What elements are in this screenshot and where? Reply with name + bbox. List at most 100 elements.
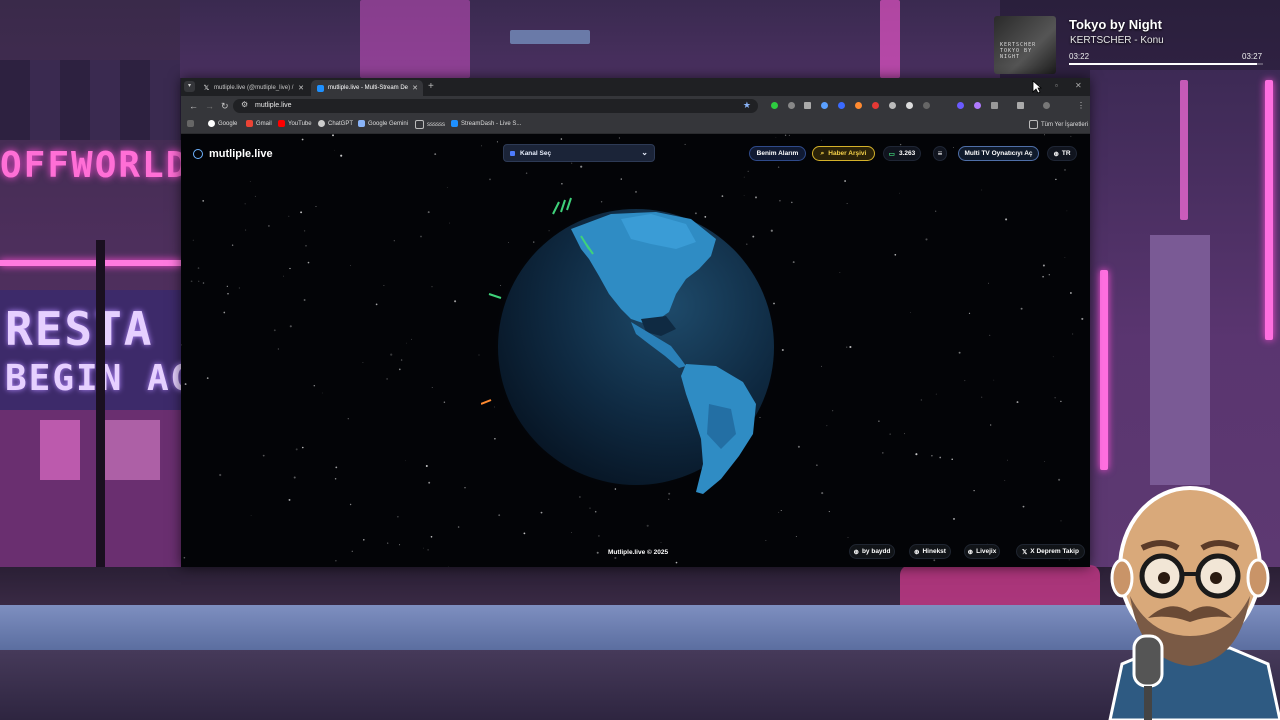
tab-label: mutliple.live - Multi-Stream De bbox=[328, 85, 409, 91]
forward-icon[interactable]: → bbox=[205, 100, 214, 112]
right-neon-1 bbox=[1100, 270, 1108, 470]
tab-twitter[interactable]: 𝕏 mutliple.live (@mutliple_live) / ✕ bbox=[197, 80, 309, 96]
extension-gray-icon[interactable] bbox=[889, 102, 896, 109]
extension-violet-icon[interactable] bbox=[974, 102, 981, 109]
now-playing-widget: KERTSCHER TOKYO BY NIGHT Tokyo by Night … bbox=[994, 12, 1266, 76]
back-icon[interactable]: ← bbox=[189, 100, 198, 112]
bookmark-star-icon[interactable]: ★ bbox=[743, 100, 751, 111]
footer-link-deprem-takip[interactable]: 𝕏X Deprem Takip bbox=[1016, 544, 1085, 559]
star bbox=[826, 425, 828, 427]
star bbox=[335, 560, 337, 562]
avatar-ear-right bbox=[1246, 558, 1270, 598]
extension-red-icon[interactable] bbox=[872, 102, 879, 109]
star bbox=[915, 453, 918, 456]
bookmark-folder-ssssss[interactable]: ssssss bbox=[415, 120, 445, 129]
footer-link-hinekst[interactable]: ⊕ Hinekst bbox=[909, 544, 951, 559]
x-logo-icon: 𝕏 bbox=[203, 84, 210, 92]
star bbox=[1048, 274, 1050, 276]
extension-blue-icon[interactable] bbox=[821, 102, 828, 109]
extension-white-icon[interactable] bbox=[906, 102, 913, 109]
profile-icon[interactable] bbox=[1043, 102, 1050, 109]
star bbox=[423, 547, 424, 549]
star bbox=[935, 210, 937, 212]
star bbox=[321, 392, 323, 394]
star bbox=[889, 433, 891, 435]
new-tab-button[interactable]: + bbox=[428, 81, 434, 92]
star bbox=[561, 183, 563, 185]
tab-mutliple[interactable]: mutliple.live - Multi-Stream De ✕ bbox=[311, 80, 423, 96]
site-info-icon[interactable]: ⚙ bbox=[241, 100, 248, 109]
extension-shield-icon[interactable] bbox=[838, 102, 845, 109]
close-window-icon[interactable]: ✕ bbox=[1075, 81, 1082, 90]
translate-icon[interactable] bbox=[1017, 102, 1024, 109]
star bbox=[223, 311, 226, 314]
footer-link-baydd[interactable]: ⊕ by baydd bbox=[849, 544, 895, 559]
star bbox=[747, 170, 749, 173]
star bbox=[846, 202, 848, 204]
extension-purple-icon[interactable] bbox=[957, 102, 964, 109]
footer-link-livejix[interactable]: ⊕ Livejix bbox=[964, 544, 1000, 559]
star bbox=[821, 365, 822, 367]
apps-grid-icon[interactable] bbox=[187, 120, 197, 127]
news-archive-button[interactable]: ⌕ Haber Arşivi bbox=[812, 146, 875, 161]
star bbox=[1072, 333, 1074, 335]
channel-select[interactable]: Kanal Seç ⌄ bbox=[503, 144, 655, 162]
extension-circle-icon[interactable] bbox=[923, 102, 930, 109]
all-bookmarks[interactable]: Tüm Yer İşaretleri bbox=[1029, 120, 1088, 129]
star bbox=[227, 293, 229, 295]
star bbox=[489, 178, 491, 181]
download-icon[interactable] bbox=[788, 102, 795, 109]
star bbox=[821, 492, 824, 495]
sidewalk bbox=[0, 605, 1280, 650]
reload-icon[interactable]: ↻ bbox=[221, 100, 229, 112]
alarm-button[interactable]: Benim Alarım bbox=[749, 146, 806, 161]
bookmark-chatgpt[interactable]: ChatGPT bbox=[318, 120, 353, 127]
maximize-icon[interactable]: ▫ bbox=[1055, 81, 1058, 90]
bookmark-gmail[interactable]: Gmail bbox=[246, 120, 272, 127]
close-tab-icon[interactable]: ✕ bbox=[298, 84, 304, 92]
star bbox=[1022, 505, 1025, 508]
globe-3d[interactable] bbox=[481, 194, 791, 494]
star bbox=[981, 396, 983, 398]
star bbox=[1058, 478, 1061, 481]
star bbox=[931, 455, 933, 457]
multi-tv-button[interactable]: Multi TV Oynatıcıyı Aç bbox=[958, 146, 1039, 161]
extensions-puzzle-icon[interactable] bbox=[991, 102, 998, 109]
star bbox=[289, 325, 292, 328]
site-logo[interactable]: mutliple.live bbox=[193, 148, 273, 160]
star bbox=[190, 280, 193, 283]
bookmark-youtube[interactable]: YouTube bbox=[278, 120, 312, 127]
microphone-stand bbox=[1144, 686, 1152, 720]
bookmark-gemini[interactable]: Google Gemini bbox=[358, 120, 408, 127]
globe-icon: ⊕ bbox=[914, 548, 920, 556]
marker-green bbox=[566, 197, 572, 211]
track-progress-fill bbox=[1069, 63, 1258, 65]
bookmark-google[interactable]: Google bbox=[208, 120, 237, 127]
bookmark-streamdash[interactable]: StreamDash - Live S... bbox=[451, 120, 521, 127]
extension-square-icon[interactable] bbox=[804, 102, 811, 109]
url-text: mutliple.live bbox=[255, 102, 292, 109]
folder-icon bbox=[415, 120, 424, 129]
address-bar[interactable]: ⚙ mutliple.live ★ bbox=[233, 99, 758, 113]
star bbox=[933, 559, 936, 562]
globe-icon bbox=[193, 149, 203, 159]
star bbox=[448, 566, 450, 567]
star bbox=[464, 487, 466, 489]
menu-button[interactable]: ≡ bbox=[933, 146, 947, 161]
browser-menu-icon[interactable]: ⋮ bbox=[1077, 100, 1085, 112]
star bbox=[1070, 135, 1072, 137]
extension-orange-icon[interactable] bbox=[855, 102, 862, 109]
star bbox=[244, 203, 246, 205]
close-tab-icon[interactable]: ✕ bbox=[412, 84, 418, 92]
extension-green-icon[interactable] bbox=[771, 102, 778, 109]
road bbox=[0, 650, 1280, 720]
star bbox=[993, 379, 995, 381]
top-neon-2 bbox=[510, 30, 590, 44]
star bbox=[273, 329, 276, 332]
language-button[interactable]: ⊕ TR bbox=[1047, 146, 1077, 161]
left-neon-strip bbox=[0, 260, 182, 266]
star bbox=[844, 180, 847, 182]
tab-list-button[interactable]: ▾ bbox=[184, 81, 195, 92]
star bbox=[1070, 292, 1072, 294]
left-window-1 bbox=[40, 420, 80, 480]
